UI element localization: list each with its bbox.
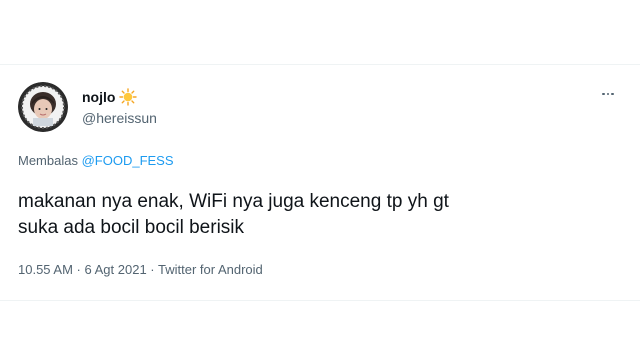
display-name[interactable]: nojlo [82, 89, 115, 105]
tweet-card: nojlo @hereissun Membalas @FOOD_FESS mak… [0, 0, 640, 360]
bottom-divider [0, 300, 640, 301]
user-handle[interactable]: @hereissun [82, 110, 157, 126]
tweet-text-line: makanan nya enak, WiFi nya juga kenceng … [18, 191, 449, 212]
tweet-text-line: suka ada bocil bocil berisik [18, 217, 245, 238]
tweet-metadata: 10.55 AM · 6 Agt 2021 · Twitter for Andr… [18, 262, 263, 277]
more-dot [611, 92, 614, 96]
more-dot [606, 92, 610, 96]
more-horizontal-icon [602, 92, 605, 96]
meta-separator: · [146, 262, 158, 277]
more-options-button[interactable] [596, 86, 620, 102]
meta-separator: · [72, 262, 85, 277]
tweet-date[interactable]: 6 Agt 2021 [85, 262, 147, 277]
name-row: nojlo [82, 88, 157, 106]
reply-prefix: Membalas [18, 153, 78, 168]
tweet-author: nojlo @hereissun [82, 88, 157, 126]
reply-context: Membalas @FOOD_FESS [18, 153, 174, 168]
tweet-source[interactable]: Twitter for Android [158, 262, 263, 277]
tweet-page: { "tweet": { "display_name": "nojlo", "n… [0, 0, 640, 360]
tweet-text: makanan nya enak, WiFi nya juga kenceng … [18, 189, 618, 241]
avatar-image [18, 82, 68, 132]
sun-emoji-icon [119, 88, 138, 106]
reply-to-link[interactable]: @FOOD_FESS [82, 153, 174, 168]
avatar[interactable] [18, 82, 68, 132]
tweet-time[interactable]: 10.55 AM [18, 262, 73, 277]
